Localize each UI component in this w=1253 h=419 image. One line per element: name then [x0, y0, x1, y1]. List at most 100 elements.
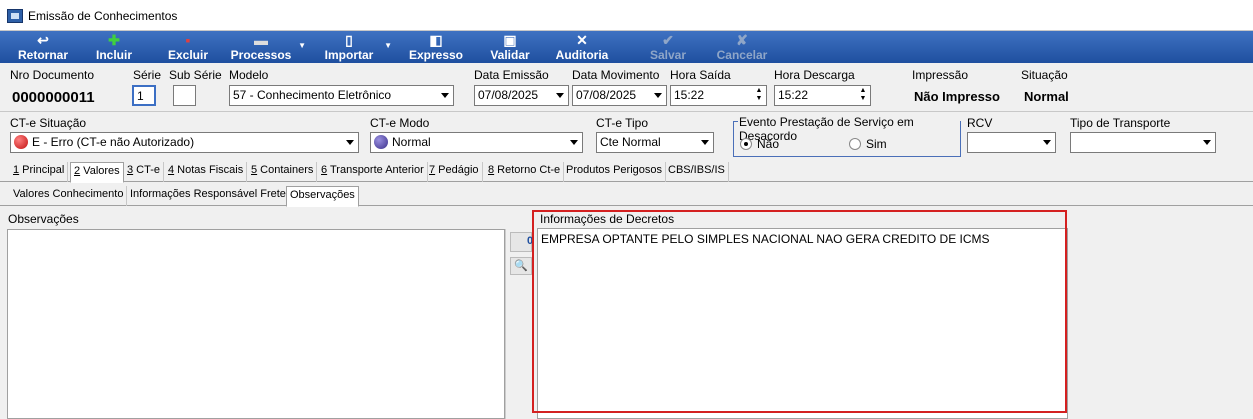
auditoria-button[interactable]: ✕ Auditoria: [552, 31, 612, 63]
evento-group: Evento Prestação de Serviço em Desacordo…: [733, 115, 961, 157]
chevron-down-icon: [556, 93, 564, 98]
data-movimento-picker[interactable]: 07/08/2025: [572, 85, 667, 106]
chevron-down-icon: [346, 140, 354, 145]
hora-saida-value: 15:22: [674, 88, 705, 102]
app-icon: [7, 9, 23, 23]
impressao-label: Impressão: [912, 68, 969, 82]
express-icon: ◧: [429, 32, 443, 48]
tab-label: Notas Fiscais: [174, 164, 244, 176]
chevron-down-icon: [1203, 140, 1211, 145]
tab-pedagio[interactable]: 7 Pedágio: [426, 162, 483, 182]
situacao-label: Situação: [1021, 68, 1068, 82]
tab-informacoes-responsavel-frete[interactable]: Informações Responsável Frete: [127, 186, 290, 206]
window-title: Emissão de Conhecimentos: [28, 9, 178, 23]
incluir-button[interactable]: ✚ Incluir: [90, 31, 138, 63]
serie-label: Série: [133, 68, 162, 82]
validar-label: Validar: [490, 48, 530, 62]
tab-label: Retorno Ct-e: [494, 164, 561, 176]
normal-status-icon: [374, 135, 388, 149]
plus-icon: ✚: [108, 32, 120, 48]
cte-tipo-label: CT-e Tipo: [596, 116, 649, 130]
error-status-icon: [14, 135, 28, 149]
data-emissao-picker[interactable]: 07/08/2025: [474, 85, 569, 106]
processos-dropdown-icon[interactable]: ▼: [298, 41, 306, 50]
cte-tipo-select[interactable]: Cte Normal: [596, 132, 714, 153]
cancelar-button[interactable]: ✘ Cancelar: [714, 31, 770, 63]
subserie-input[interactable]: [173, 85, 196, 106]
importar-label: Importar: [324, 48, 374, 62]
spinner-icon[interactable]: ▲ ▼: [754, 87, 764, 103]
hora-descarga-input[interactable]: 15:22 ▲ ▼: [774, 85, 871, 106]
subserie-label: Sub Série: [169, 68, 222, 82]
tab-observacoes[interactable]: Observações: [286, 186, 359, 207]
modelo-value: 57 - Conhecimento Eletrônico: [233, 88, 392, 102]
decretos-textarea[interactable]: EMPRESA OPTANTE PELO SIMPLES NACIONAL NA…: [537, 228, 1068, 419]
expresso-button[interactable]: ◧ Expresso: [406, 31, 466, 63]
tab-label: CT-e: [133, 164, 161, 176]
importar-dropdown-icon[interactable]: ▼: [384, 41, 392, 50]
modelo-label: Modelo: [229, 68, 269, 82]
tab-label: Principal: [19, 164, 65, 176]
salvar-button[interactable]: ✔ Salvar: [646, 31, 690, 63]
chevron-down-icon: [570, 140, 578, 145]
tipo-transporte-label: Tipo de Transporte: [1070, 116, 1171, 130]
observacoes-textarea[interactable]: [7, 229, 505, 419]
evento-nao-radio[interactable]: Não: [740, 137, 779, 151]
validar-button[interactable]: ▣ Validar: [484, 31, 536, 63]
tab-valores-conhecimento[interactable]: Valores Conhecimento: [10, 186, 128, 206]
tab-label: Pedágio: [435, 164, 479, 176]
main-tabs: 1 Principal 2 Valores 3 CT-e 4 Notas Fis…: [0, 162, 1253, 183]
importar-button[interactable]: ▯ Importar ▼: [318, 31, 392, 63]
modelo-select[interactable]: 57 - Conhecimento Eletrônico: [229, 85, 454, 106]
hora-descarga-label: Hora Descarga: [774, 68, 855, 82]
cte-situacao-select[interactable]: E - Erro (CT-e não Autorizado): [10, 132, 359, 153]
chevron-down-icon: [441, 93, 449, 98]
search-icon[interactable]: 🔍: [510, 257, 532, 275]
cte-modo-select[interactable]: Normal: [370, 132, 583, 153]
tab-cbs-ibs-is[interactable]: CBS/IBS/IS: [665, 162, 729, 182]
hora-saida-input[interactable]: 15:22 ▲ ▼: [670, 85, 767, 106]
toolbar: ↩ Retornar ✚ Incluir ▪ Excluir ▬ Process…: [0, 31, 1253, 63]
nro-documento-label: Nro Documento: [10, 68, 95, 82]
tab-label: Transporte Anterior: [327, 164, 424, 176]
tab-label: Containers: [257, 164, 314, 176]
import-icon: ▯: [345, 32, 353, 48]
tab-notas-fiscais[interactable]: 4 Notas Fiscais: [165, 162, 248, 182]
situacao-value: Normal: [1024, 89, 1069, 104]
chevron-down-icon: [701, 140, 709, 145]
hora-saida-label: Hora Saída: [670, 68, 731, 82]
check-icon: ✔: [662, 32, 674, 48]
cancelar-label: Cancelar: [716, 48, 768, 62]
validate-icon: ▣: [503, 32, 517, 48]
title-bar: Emissão de Conhecimentos: [0, 0, 1253, 31]
tab-valores[interactable]: 2 Valores: [70, 162, 124, 183]
incluir-label: Incluir: [95, 48, 132, 62]
spinner-icon[interactable]: ▲ ▼: [858, 87, 868, 103]
divider: [0, 111, 1253, 112]
tab-produtos-perigosos[interactable]: Produtos Perigosos: [563, 162, 666, 182]
tab-transporte-anterior[interactable]: 6 Transporte Anterior: [318, 162, 428, 182]
cancel-icon: ✘: [736, 32, 748, 48]
evento-nao-label: Não: [757, 137, 780, 151]
tab-cte[interactable]: 3 CT-e: [124, 162, 165, 182]
tab-principal[interactable]: 1 Principal: [10, 162, 69, 182]
cte-modo-value: Normal: [392, 135, 431, 149]
tab-retorno-cte[interactable]: 8 Retorno Ct-e: [485, 162, 565, 182]
printer-icon: ▬: [254, 32, 268, 48]
tipo-transporte-select[interactable]: [1070, 132, 1216, 153]
radio-unselected-icon: [849, 138, 861, 150]
excluir-button[interactable]: ▪ Excluir: [164, 31, 212, 63]
evento-sim-radio[interactable]: Sim: [849, 137, 887, 151]
cte-modo-label: CT-e Modo: [370, 116, 430, 130]
processos-button[interactable]: ▬ Processos ▼: [228, 31, 306, 63]
excluir-label: Excluir: [167, 48, 209, 62]
tab-label: Produtos Perigosos: [566, 164, 662, 176]
retornar-button[interactable]: ↩ Retornar: [12, 31, 74, 63]
rcv-select[interactable]: [967, 132, 1056, 153]
mini-button[interactable]: 0: [510, 232, 533, 252]
serie-input[interactable]: 1: [132, 85, 156, 106]
impressao-value: Não Impresso: [914, 89, 1000, 104]
tab-label: Valores: [80, 165, 120, 177]
hora-descarga-value: 15:22: [778, 88, 809, 102]
tab-containers[interactable]: 5 Containers: [248, 162, 318, 182]
